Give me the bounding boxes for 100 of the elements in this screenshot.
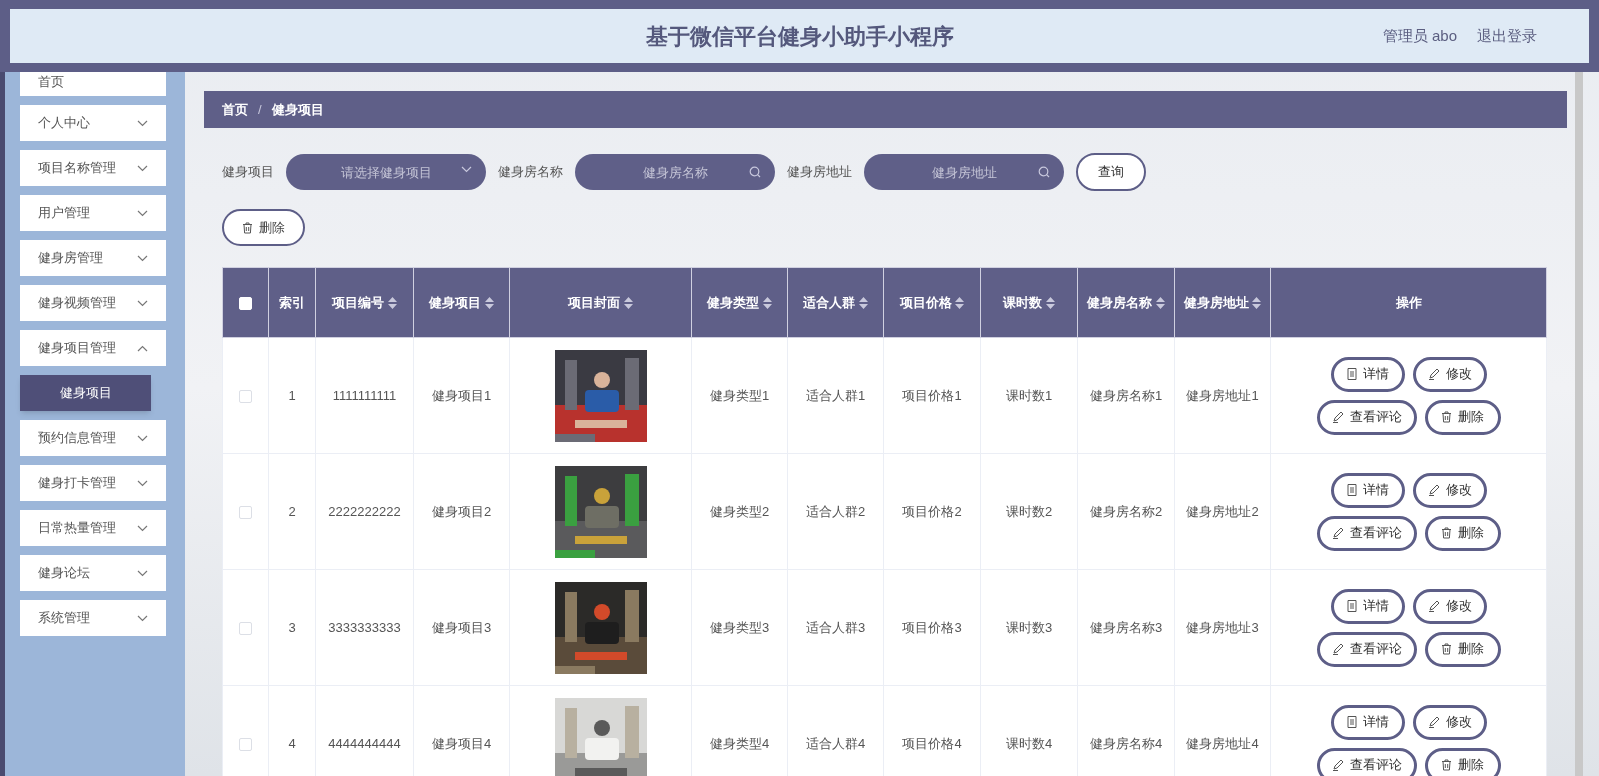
filter-label: 健身房名称 — [498, 163, 563, 182]
sort-icon — [1252, 297, 1262, 310]
pencil-icon — [1427, 600, 1440, 612]
column-header[interactable]: 适合人群 — [787, 267, 884, 338]
breadcrumb-link[interactable]: 首页 — [222, 99, 248, 120]
action-button[interactable]: 详情 — [1330, 704, 1405, 740]
filter-label: 健身项目 — [222, 163, 274, 182]
logout-link[interactable]: 退出登录 — [1477, 24, 1537, 48]
column-header[interactable]: 健身房地址 — [1174, 267, 1271, 338]
document-icon — [1346, 484, 1357, 496]
action-button[interactable]: 修改 — [1412, 472, 1487, 508]
action-button[interactable]: 详情 — [1330, 472, 1405, 508]
trash-icon — [1441, 527, 1452, 539]
table-cell: 1 — [268, 337, 316, 454]
checkbox[interactable] — [239, 737, 252, 751]
table-cell: 2 — [268, 453, 316, 570]
checkbox[interactable] — [239, 621, 252, 635]
table-cell: 健身房地址3 — [1174, 569, 1271, 686]
action-button[interactable]: 修改 — [1412, 588, 1487, 624]
sidebar-item[interactable]: 健身项目管理 — [20, 330, 166, 366]
action-button[interactable]: 查看评论 — [1316, 631, 1417, 667]
breadcrumb-current: 健身项目 — [271, 100, 324, 119]
scrollbar[interactable] — [1575, 72, 1583, 776]
filter-label: 健身房地址 — [787, 163, 852, 182]
search-field[interactable]: 健身房地址 — [864, 154, 1064, 190]
delete-button[interactable]: 删除 — [222, 209, 305, 246]
document-icon — [1346, 716, 1357, 728]
table-cell: 项目价格2 — [883, 453, 981, 570]
table-cell: 适合人群1 — [787, 337, 884, 454]
column-header[interactable]: 项目编号 — [315, 267, 414, 338]
action-button[interactable]: 查看评论 — [1316, 399, 1417, 435]
table-cell: 3333333333 — [315, 569, 414, 686]
sort-icon — [955, 297, 965, 310]
pencil-icon — [1331, 759, 1344, 771]
search-icon — [749, 166, 761, 178]
select-field[interactable]: 请选择健身项目 — [286, 154, 486, 190]
sort-icon — [387, 297, 397, 310]
trash-icon — [242, 221, 253, 234]
admin-label: 管理员 abo — [1382, 25, 1457, 46]
column-header[interactable]: 项目封面 — [509, 267, 692, 338]
query-button[interactable]: 查询 — [1076, 153, 1146, 191]
table-cell: 健身房地址2 — [1174, 453, 1271, 570]
pencil-icon — [1331, 643, 1344, 655]
sidebar-item[interactable]: 健身视频管理 — [20, 285, 166, 321]
table-cell: 健身项目3 — [413, 569, 510, 686]
search-icon — [1038, 166, 1050, 178]
sidebar-item[interactable]: 健身论坛 — [20, 555, 166, 591]
column-header[interactable]: 健身项目 — [413, 267, 510, 338]
column-header[interactable]: 项目价格 — [883, 267, 981, 338]
pencil-icon — [1427, 368, 1440, 380]
submenu-item[interactable]: 健身项目 — [20, 375, 151, 411]
sort-icon — [762, 297, 772, 310]
trash-icon — [1441, 759, 1452, 771]
table-cell: 课时数2 — [980, 453, 1078, 570]
table-cell: 1111111111 — [315, 337, 414, 454]
table-cell: 项目价格3 — [883, 569, 981, 686]
action-button[interactable]: 查看评论 — [1316, 515, 1417, 551]
table-cell: 健身类型3 — [691, 569, 788, 686]
pencil-icon — [1427, 716, 1440, 728]
sort-icon — [484, 297, 494, 310]
column-header: 索引 — [268, 267, 316, 338]
action-button[interactable]: 删除 — [1424, 631, 1501, 667]
action-button[interactable]: 修改 — [1412, 704, 1487, 740]
document-icon — [1346, 368, 1357, 380]
column-header[interactable]: 健身类型 — [691, 267, 788, 338]
column-header[interactable]: 健身房名称 — [1077, 267, 1175, 338]
pencil-icon — [1427, 484, 1440, 496]
pencil-icon — [1331, 411, 1344, 423]
table-cell: 3 — [268, 569, 316, 686]
sidebar-item[interactable]: 首页 — [20, 72, 166, 96]
sort-icon — [1045, 297, 1055, 310]
table-cell: 健身项目1 — [413, 337, 510, 454]
checkbox[interactable] — [239, 389, 252, 403]
sidebar-item[interactable]: 日常热量管理 — [20, 510, 166, 546]
table-cell: 健身房地址1 — [1174, 337, 1271, 454]
sidebar-item[interactable]: 系统管理 — [20, 600, 166, 636]
action-button[interactable]: 详情 — [1330, 356, 1405, 392]
sidebar-item[interactable]: 项目名称管理 — [20, 150, 166, 186]
sidebar-item[interactable]: 预约信息管理 — [20, 420, 166, 456]
sidebar-item[interactable]: 健身打卡管理 — [20, 465, 166, 501]
trash-icon — [1441, 643, 1452, 655]
pencil-icon — [1331, 527, 1344, 539]
table-cell: 健身类型1 — [691, 337, 788, 454]
action-button[interactable]: 删除 — [1424, 747, 1501, 776]
table-cell: 项目价格1 — [883, 337, 981, 454]
sidebar-item[interactable]: 用户管理 — [20, 195, 166, 231]
action-button[interactable]: 详情 — [1330, 588, 1405, 624]
search-field[interactable]: 健身房名称 — [575, 154, 775, 190]
table-cell: 健身房名称1 — [1077, 337, 1175, 454]
app-title: 基于微信平台健身小助手小程序 — [645, 22, 954, 51]
column-header[interactable]: 课时数 — [980, 267, 1078, 338]
action-button[interactable]: 查看评论 — [1316, 747, 1417, 776]
sidebar-item[interactable]: 个人中心 — [20, 105, 166, 141]
column-header: 操作 — [1270, 267, 1547, 338]
checkbox[interactable] — [239, 505, 252, 519]
sort-icon — [1155, 297, 1165, 310]
action-button[interactable]: 修改 — [1412, 356, 1487, 392]
action-button[interactable]: 删除 — [1424, 515, 1501, 551]
sidebar-item[interactable]: 健身房管理 — [20, 240, 166, 276]
action-button[interactable]: 删除 — [1424, 399, 1501, 435]
